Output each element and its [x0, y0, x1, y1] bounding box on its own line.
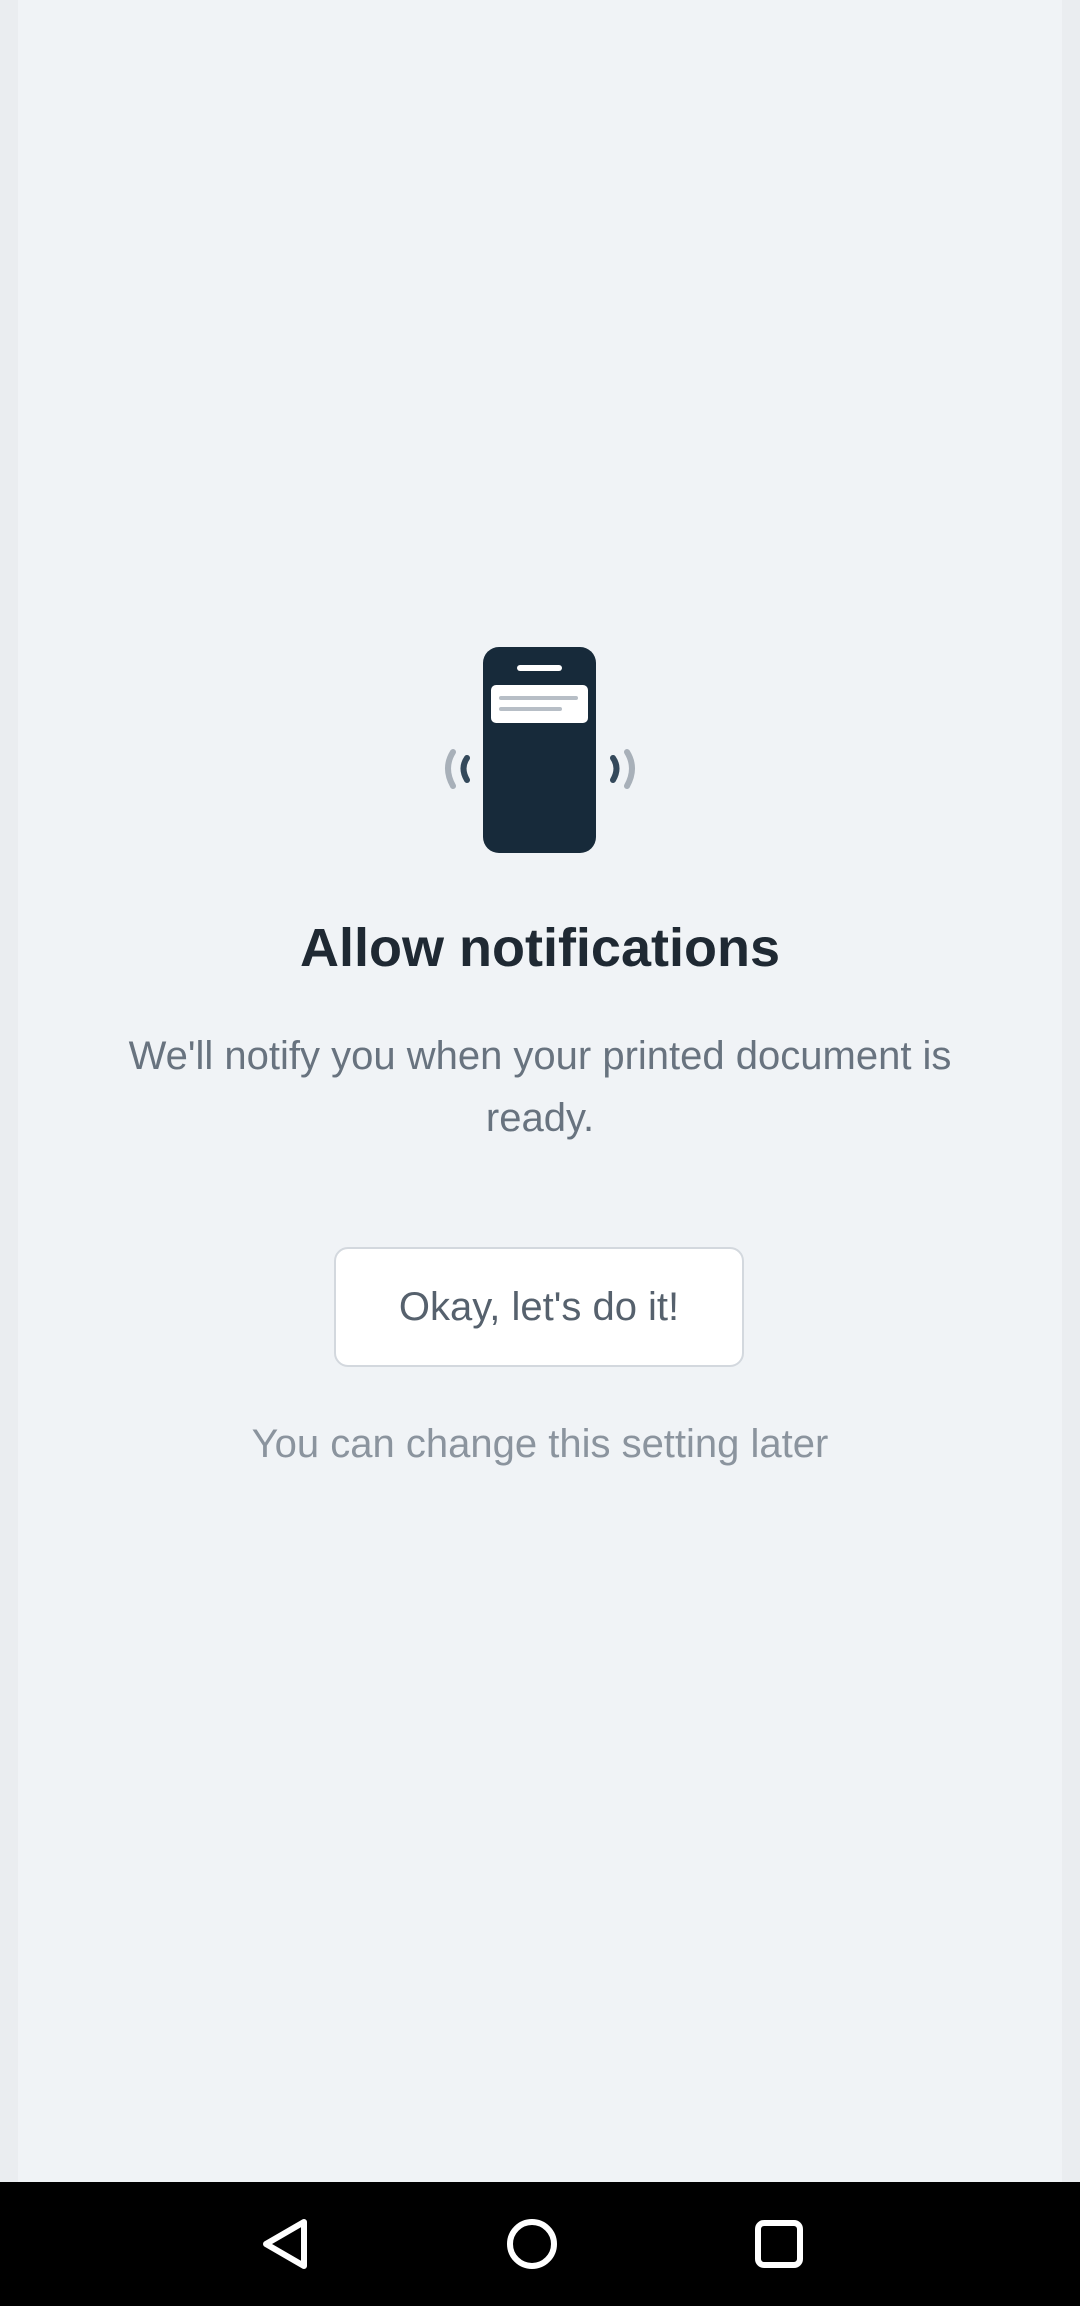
screen-right-edge [1062, 0, 1080, 2182]
page-title: Allow notifications [300, 918, 780, 978]
enable-notifications-button[interactable]: Okay, let's do it! [334, 1247, 744, 1367]
home-circle-icon[interactable] [494, 2206, 570, 2282]
phone-notification-icon [435, 640, 645, 860]
enable-notifications-button-label: Okay, let's do it! [398, 1284, 680, 1329]
page-description: We'll notify you when your printed docum… [128, 1034, 952, 1140]
back-triangle-icon[interactable] [248, 2206, 324, 2282]
screen-left-edge [0, 0, 18, 2182]
notification-permission-screen: Allow notifications We'll notify you whe… [0, 0, 1080, 2182]
settings-hint-text: You can change this setting later [251, 1422, 829, 1466]
recents-square-icon[interactable] [741, 2206, 817, 2282]
system-navigation-bar [0, 2182, 1080, 2306]
